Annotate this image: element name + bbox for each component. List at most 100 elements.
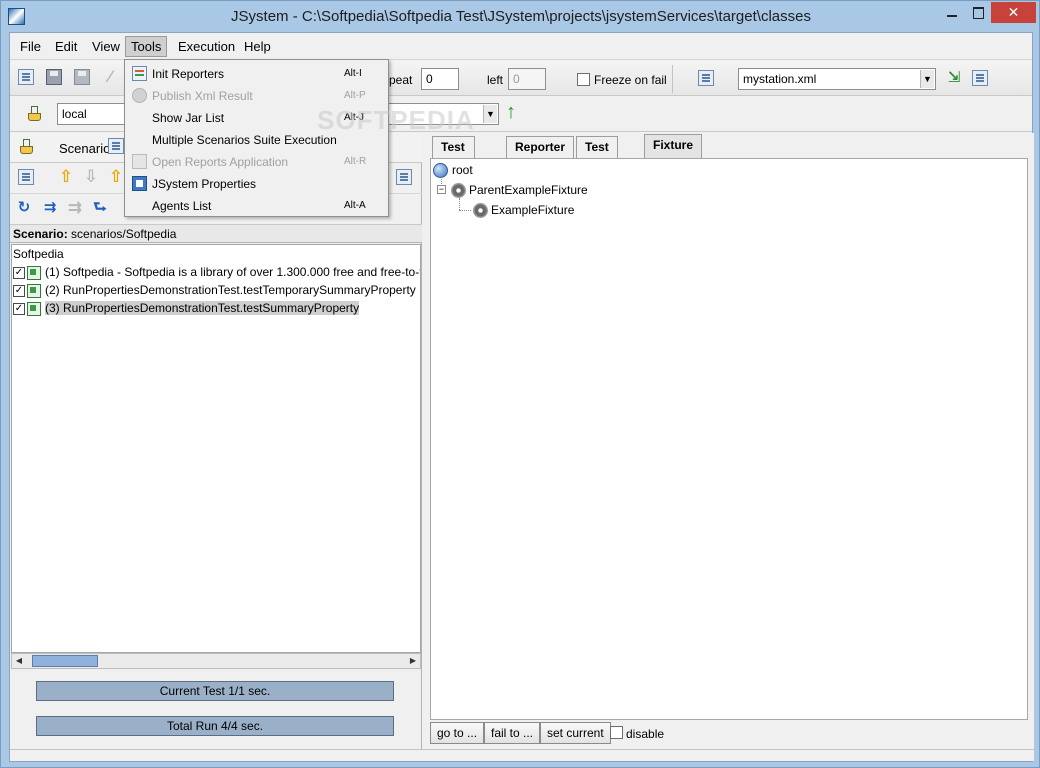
fixture-child[interactable]: ExampleFixture — [473, 201, 574, 219]
test-icon — [27, 265, 41, 280]
fixture-parent[interactable]: ParentExampleFixture — [451, 181, 588, 199]
menu-publish-xml-result[interactable]: Publish Xml Result Alt-P — [126, 85, 387, 107]
tree-test-row-selected[interactable]: ✓ (3) RunPropertiesDemonstrationTest.test… — [13, 299, 360, 317]
scroll-thumb[interactable] — [32, 655, 98, 667]
new-scenario-button[interactable] — [18, 69, 38, 89]
scroll-left-icon[interactable]: ◀ — [12, 654, 26, 668]
menu-bar: File Edit View Tools Execution Help — [10, 33, 1032, 60]
run-all-icon: ⇉ — [43, 199, 57, 216]
add-test-icon — [18, 169, 34, 185]
scenario-path-label: Scenario: — [13, 227, 68, 241]
test-checkbox[interactable]: ✓ — [13, 266, 25, 279]
close-button[interactable]: ✕ — [991, 2, 1036, 23]
run-all-button[interactable]: ⇉ — [42, 200, 62, 220]
tab-reporter[interactable]: Reporter — [506, 136, 575, 158]
status-bar — [10, 749, 1034, 761]
menu-agents-list[interactable]: Agents List Alt-A — [126, 195, 387, 217]
fixture-root[interactable]: root — [433, 161, 473, 179]
menu-tools[interactable]: Tools — [125, 36, 168, 57]
menu-view[interactable]: View — [87, 36, 125, 57]
tree-root[interactable]: Softpedia — [13, 245, 64, 263]
menu-jsystem-properties[interactable]: JSystem Properties — [126, 173, 387, 195]
scenario-tree[interactable]: Softpedia ✓ (1) Softpedia - Softpedia is … — [11, 244, 421, 653]
edit-station-button[interactable] — [972, 70, 992, 90]
tree-test-row[interactable]: ✓ (2) RunPropertiesDemonstrationTest.test… — [13, 281, 416, 299]
list-icon — [698, 70, 714, 86]
test-checkbox[interactable]: ✓ — [13, 284, 25, 297]
horizontal-scrollbar[interactable]: ◀ ▶ — [11, 653, 421, 669]
disable-checkbox[interactable] — [610, 726, 623, 739]
save-as-button[interactable] — [74, 69, 94, 89]
set-current-button[interactable]: set current — [540, 722, 611, 744]
menu-item-accel: Alt-I — [344, 68, 362, 79]
scenario-tab[interactable]: Scenario — [59, 141, 110, 157]
menu-open-reports-application[interactable]: Open Reports Application Alt-R — [126, 151, 387, 173]
tree-test-row[interactable]: ✓ (1) Softpedia - Softpedia is a library … — [13, 263, 420, 281]
chevron-down-icon[interactable]: ▼ — [920, 70, 934, 88]
left-input[interactable]: 0 — [508, 68, 546, 90]
menu-file[interactable]: File — [15, 36, 46, 57]
refresh-button[interactable]: ↻ — [16, 200, 36, 220]
menu-item-accel: Alt-R — [344, 156, 367, 167]
menu-item-accel: Alt-P — [344, 90, 366, 101]
menu-execution[interactable]: Execution — [173, 36, 240, 57]
add-test-button[interactable] — [18, 169, 38, 189]
gear-icon — [451, 183, 466, 199]
repeat-run-button[interactable]: ⮑ — [92, 200, 112, 220]
collapse-icon[interactable]: − — [437, 185, 446, 194]
publish-icon — [132, 88, 147, 103]
window-title: JSystem - C:\Softpedia\Softpedia Test\JS… — [231, 8, 811, 25]
save-as-icon — [74, 69, 90, 85]
tab-fixture[interactable]: Fixture — [644, 134, 703, 158]
repeat-label: peat — [389, 73, 413, 87]
station-list-button[interactable] — [698, 70, 718, 90]
go-to-button[interactable]: go to ... — [430, 722, 485, 744]
agent-button[interactable] — [26, 105, 46, 125]
menu-item-label: Show Jar List — [152, 111, 225, 125]
test-label: (3) RunPropertiesDemonstrationTest.testS… — [45, 301, 360, 315]
move-up-button[interactable]: ⇧ — [58, 167, 78, 189]
toolbar-separator — [672, 65, 673, 93]
gear-icon — [473, 203, 488, 219]
minimize-button[interactable] — [939, 2, 965, 23]
info-icon — [396, 169, 412, 185]
menu-item-label: Multiple Scenarios Suite Execution — [152, 133, 337, 147]
menu-multiple-scenarios[interactable]: Multiple Scenarios Suite Execution — [126, 129, 387, 151]
import-station-button[interactable]: ⇲ — [946, 70, 966, 90]
menu-item-label: Open Reports Application — [152, 155, 289, 169]
scroll-right-icon[interactable]: ▶ — [406, 654, 420, 668]
menu-edit[interactable]: Edit — [50, 36, 82, 57]
arrow-up-icon: ⇧ — [58, 167, 74, 186]
arrow-down-icon: ⇩ — [83, 167, 99, 186]
menu-show-jar-list[interactable]: Show Jar List Alt-J — [126, 107, 387, 129]
title-bar[interactable]: JSystem - C:\Softpedia\Softpedia Test\JS… — [1, 1, 1040, 33]
agent-connect-button[interactable]: ↑ — [503, 101, 523, 124]
menu-help[interactable]: Help — [239, 36, 276, 57]
left-label: left — [487, 73, 504, 87]
green-arrow-up-icon: ↑ — [506, 101, 516, 123]
test-info-button[interactable] — [396, 169, 416, 189]
fixture-tree[interactable]: root − ParentExampleFixture ExampleFixtu… — [430, 158, 1028, 720]
save-button[interactable] — [46, 69, 66, 89]
move-down-button[interactable]: ⇩ — [83, 167, 103, 189]
flask-icon — [26, 105, 42, 121]
chevron-down-icon[interactable]: ▼ — [483, 105, 497, 123]
menu-init-reporters[interactable]: Init Reporters Alt-I — [126, 63, 387, 85]
maximize-button[interactable] — [965, 2, 991, 23]
tab-test-info[interactable]: Test Info — [576, 136, 618, 174]
tab-test-tree[interactable]: Test Tree — [432, 136, 475, 174]
test-checkbox[interactable]: ✓ — [13, 302, 25, 315]
edit-document-icon — [972, 70, 988, 86]
repeat-input[interactable]: 0 — [421, 68, 459, 90]
freeze-on-fail-checkbox[interactable] — [577, 73, 590, 86]
scenario-icon-button[interactable] — [18, 138, 38, 158]
fail-to-button[interactable]: fail to ... — [484, 722, 541, 744]
disable-label: disable — [626, 727, 665, 741]
edit-button[interactable]: ⁄ — [102, 68, 122, 89]
station-combo[interactable]: mystation.xml ▼ — [738, 68, 936, 90]
tools-menu-dropdown: Init Reporters Alt-I Publish Xml Result … — [124, 59, 389, 217]
test-icon — [27, 283, 41, 298]
app-window: JSystem - C:\Softpedia\Softpedia Test\JS… — [0, 0, 1040, 768]
scenario-doc-icon — [108, 138, 124, 154]
run-selected-button[interactable]: ⇉ — [67, 199, 87, 220]
